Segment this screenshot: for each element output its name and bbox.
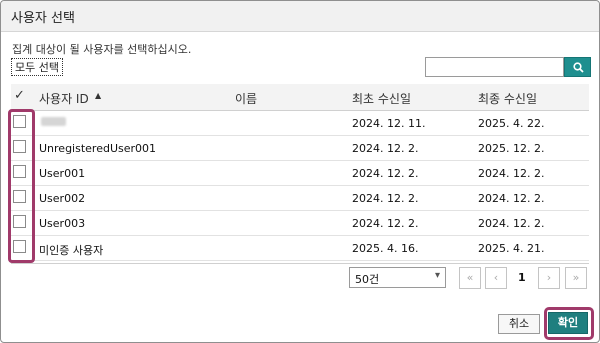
search-button[interactable] <box>564 57 591 77</box>
chevron-down-icon: ▾ <box>434 270 440 281</box>
page-size-value: 50건 <box>355 273 380 286</box>
table-row[interactable]: User001 2024. 12. 2. 2024. 12. 2. <box>11 160 589 186</box>
user-id-cell: 미인증 사용자 <box>39 244 104 257</box>
last-received-cell: 2025. 4. 22. <box>478 117 545 130</box>
table-row[interactable]: User003 2024. 12. 2. 2024. 12. 2. <box>11 210 589 236</box>
last-received-cell: 2024. 12. 2. <box>478 167 545 180</box>
page-size-select[interactable]: 50건 ▾ <box>349 267 446 288</box>
ok-button[interactable]: 확인 <box>548 312 588 334</box>
table-row[interactable]: UnregisteredUser001 2024. 12. 2. 2025. 1… <box>11 135 589 161</box>
first-received-cell: 2025. 4. 16. <box>352 242 419 255</box>
instruction-text: 집계 대상이 될 사용자를 선택하십시오. <box>12 43 192 56</box>
double-chevron-right-icon: » <box>572 271 580 284</box>
user-select-dialog: 사용자 선택 집계 대상이 될 사용자를 선택하십시오. 모두 선택 ✓ 사용자… <box>0 0 600 343</box>
last-received-cell: 2025. 12. 2. <box>478 142 545 155</box>
first-received-cell: 2024. 12. 2. <box>352 142 419 155</box>
user-id-cell: User003 <box>39 217 86 230</box>
last-received-cell: 2025. 4. 21. <box>478 242 545 255</box>
table-row[interactable]: User002 2024. 12. 2. 2024. 12. 2. <box>11 185 589 211</box>
user-id-cell: UnregisteredUser001 <box>39 142 157 155</box>
sort-ascending-icon: ▲ <box>95 91 102 100</box>
chevron-right-icon: › <box>546 271 552 284</box>
check-all-icon[interactable]: ✓ <box>14 88 25 103</box>
first-received-cell: 2024. 12. 2. <box>352 167 419 180</box>
last-page-button[interactable]: » <box>565 267 587 289</box>
first-page-button[interactable]: « <box>459 267 481 289</box>
checkbox-column-highlight <box>8 109 35 263</box>
search-icon <box>573 62 584 73</box>
prev-page-button[interactable]: ‹ <box>485 267 507 289</box>
select-all-button[interactable]: 모두 선택 <box>11 58 63 76</box>
search-input[interactable] <box>425 57 564 77</box>
redacted-user-id <box>41 117 66 126</box>
table-bottom-divider <box>11 263 589 264</box>
dialog-header: 사용자 선택 <box>1 1 599 32</box>
cancel-button[interactable]: 취소 <box>498 314 540 334</box>
table-header: ✓ 사용자 ID ▲ 이름 최초 수신일 최종 수신일 <box>11 84 589 111</box>
column-header-name[interactable]: 이름 <box>235 90 257 107</box>
dialog-title: 사용자 선택 <box>11 11 75 26</box>
current-page-number[interactable]: 1 <box>518 271 526 284</box>
first-received-cell: 2024. 12. 2. <box>352 192 419 205</box>
first-received-cell: 2024. 12. 11. <box>352 117 426 130</box>
double-chevron-left-icon: « <box>466 271 474 284</box>
next-page-button[interactable]: › <box>538 267 560 289</box>
user-id-cell: User002 <box>39 192 86 205</box>
last-received-cell: 2024. 12. 2. <box>478 192 545 205</box>
first-received-cell: 2024. 12. 2. <box>352 217 419 230</box>
column-header-last-received[interactable]: 최종 수신일 <box>478 90 537 107</box>
user-id-cell: User001 <box>39 167 86 180</box>
table-row[interactable]: 미인증 사용자 2025. 4. 16. 2025. 4. 21. <box>11 235 589 261</box>
table-row[interactable]: 2024. 12. 11. 2025. 4. 22. <box>11 110 589 136</box>
column-header-first-received[interactable]: 최초 수신일 <box>352 90 411 107</box>
last-received-cell: 2024. 12. 2. <box>478 217 545 230</box>
column-header-user-id[interactable]: 사용자 ID <box>39 90 89 107</box>
chevron-left-icon: ‹ <box>493 271 499 284</box>
